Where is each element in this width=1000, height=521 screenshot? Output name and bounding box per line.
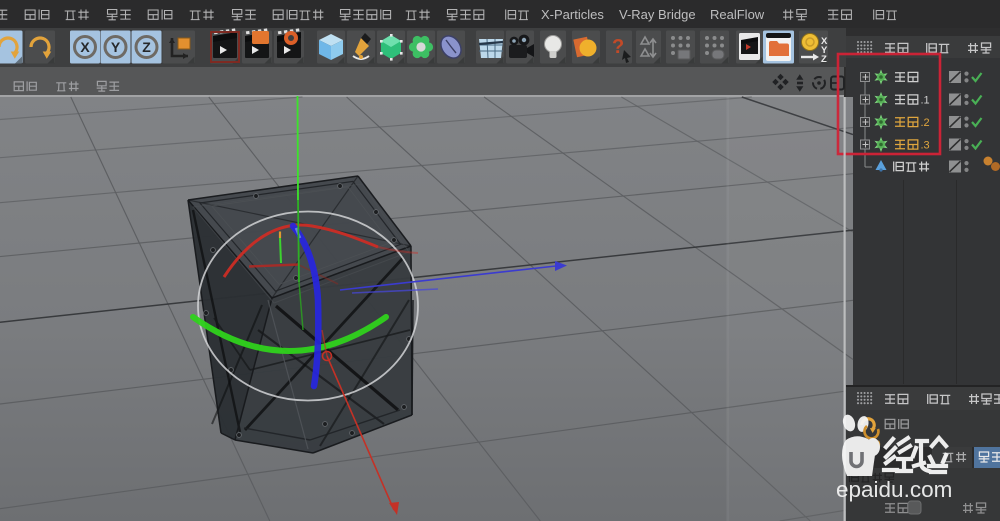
svg-text:X: X — [80, 39, 90, 55]
svg-text:.1: .1 — [921, 95, 930, 107]
svg-text:Z: Z — [821, 54, 827, 65]
svg-text:?: ? — [612, 36, 624, 58]
svg-text:V-Ray Bridge: V-Ray Bridge — [619, 7, 696, 22]
svg-text:Y: Y — [111, 39, 121, 55]
svg-text:.2: .2 — [921, 117, 930, 129]
svg-text:X-Particles: X-Particles — [541, 7, 604, 22]
svg-text:RealFlow: RealFlow — [710, 7, 765, 22]
svg-text:epaidu.com: epaidu.com — [836, 477, 952, 502]
svg-text:Z: Z — [142, 39, 151, 55]
svg-text:.3: .3 — [921, 140, 930, 152]
